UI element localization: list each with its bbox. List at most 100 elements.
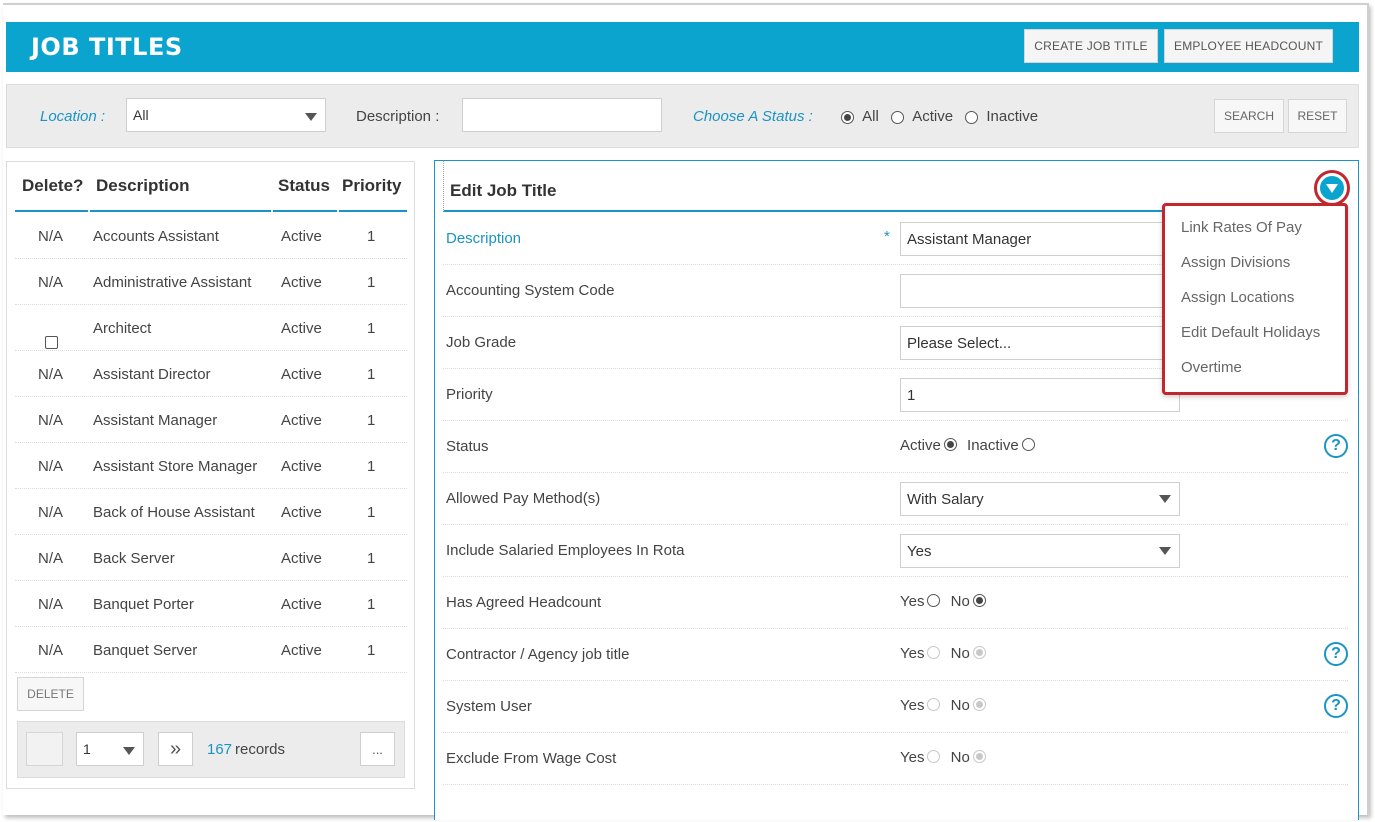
table-row[interactable]: N/A Accounts Assistant Active 1: [15, 213, 407, 259]
table-row[interactable]: N/A Back Server Active 1: [15, 535, 407, 581]
description-cell[interactable]: Architect: [93, 320, 151, 337]
menu-item-link-rates-of-pay[interactable]: Link Rates Of Pay: [1181, 219, 1302, 236]
form-row-pay-method: Allowed Pay Method(s) With Salary: [443, 473, 1348, 525]
salaried-rota-select[interactable]: Yes: [900, 534, 1180, 568]
page-title: JOB TITLES: [31, 33, 183, 61]
priority-cell: 1: [367, 274, 376, 291]
chevron-down-icon: [123, 747, 135, 755]
status-inactive-label: Inactive: [967, 437, 1019, 454]
location-value: All: [133, 107, 149, 123]
headcount-no-label: No: [950, 593, 970, 610]
chevron-down-icon: [1159, 547, 1171, 555]
accounting-code-input[interactable]: [900, 274, 1180, 308]
form-row-headcount: Has Agreed Headcount Yes No: [443, 577, 1348, 629]
delete-cell: N/A: [38, 366, 64, 383]
menu-item-assign-locations[interactable]: Assign Locations: [1181, 289, 1294, 306]
job-grade-value: Please Select...: [907, 335, 1012, 352]
description-filter-input[interactable]: [462, 98, 662, 132]
menu-item-assign-divisions[interactable]: Assign Divisions: [1181, 254, 1290, 271]
menu-item-edit-default-holidays[interactable]: Edit Default Holidays: [1181, 324, 1320, 341]
status-inactive-radio[interactable]: [1021, 438, 1035, 452]
chevron-down-icon: [1320, 176, 1344, 200]
exclude-wage-label: Exclude From Wage Cost: [446, 750, 617, 767]
description-cell[interactable]: Banquet Server: [93, 642, 197, 659]
status-cell: Active: [281, 504, 322, 521]
table-row[interactable]: N/A Assistant Manager Active 1: [15, 397, 407, 443]
description-cell[interactable]: Administrative Assistant: [93, 274, 251, 291]
status-radio-group: Active Inactive: [900, 437, 1041, 454]
prev-page-button[interactable]: [26, 732, 63, 766]
description-cell[interactable]: Assistant Director: [93, 366, 211, 383]
status-all-radio[interactable]: [841, 110, 854, 124]
delete-cell: N/A: [38, 550, 64, 567]
priority-cell: 1: [367, 412, 376, 429]
priority-cell: 1: [367, 550, 376, 567]
page-select[interactable]: 1: [76, 732, 144, 766]
table-row[interactable]: N/A Back of House Assistant Active 1: [15, 489, 407, 535]
headcount-label: Has Agreed Headcount: [446, 594, 602, 611]
help-icon[interactable]: ?: [1324, 694, 1348, 718]
priority-cell: 1: [367, 596, 376, 613]
contractor-label: Contractor / Agency job title: [446, 646, 630, 663]
headcount-no-radio[interactable]: [972, 594, 986, 608]
headcount-yes-radio[interactable]: [927, 594, 941, 608]
actions-dropdown-button[interactable]: [1314, 170, 1350, 206]
salaried-rota-label: Include Salaried Employees In Rota: [446, 542, 685, 559]
col-header-delete-label: Delete?: [22, 176, 84, 195]
status-cell: Active: [281, 642, 322, 659]
table-row[interactable]: N/A Banquet Server Active 1: [15, 627, 407, 673]
table-row[interactable]: N/A Assistant Director Active 1: [15, 351, 407, 397]
description-input[interactable]: Assistant Manager: [900, 222, 1180, 256]
description-cell[interactable]: Assistant Store Manager: [93, 458, 257, 475]
description-cell[interactable]: Accounts Assistant: [93, 228, 219, 245]
table-row[interactable]: N/A Assistant Store Manager Active 1: [15, 443, 407, 489]
search-button[interactable]: SEARCH: [1214, 99, 1284, 133]
employee-headcount-button[interactable]: EMPLOYEE HEADCOUNT: [1164, 29, 1333, 63]
description-cell[interactable]: Back Server: [93, 550, 175, 567]
location-select[interactable]: All: [126, 98, 326, 132]
system-user-label: System User: [446, 698, 532, 715]
delete-cell: N/A: [38, 412, 64, 429]
table-row[interactable]: N/A Banquet Porter Active 1: [15, 581, 407, 627]
pay-method-select[interactable]: With Salary: [900, 482, 1180, 516]
help-icon[interactable]: ?: [1324, 642, 1348, 666]
form-row-system-user: System User Yes No ?: [443, 681, 1348, 733]
status-filter-label: Choose A Status :: [693, 108, 813, 125]
col-header-description[interactable]: Description: [90, 162, 271, 212]
table-row[interactable]: N/A Administrative Assistant Active 1: [15, 259, 407, 305]
contractor-no-radio: [972, 646, 986, 660]
status-active-label: Active: [912, 108, 954, 125]
delete-cell: N/A: [38, 504, 64, 521]
next-page-button[interactable]: »: [158, 732, 193, 766]
system-user-yes-radio: [927, 698, 941, 712]
create-job-title-button[interactable]: CREATE JOB TITLE: [1024, 29, 1158, 63]
exclude-wage-no-label: No: [950, 749, 970, 766]
status-active-radio[interactable]: [891, 110, 905, 124]
description-cell[interactable]: Back of House Assistant: [93, 504, 255, 521]
status-all-label: All: [862, 108, 879, 125]
chevron-down-icon: [1159, 495, 1171, 503]
headcount-yes-label: Yes: [900, 593, 925, 610]
exclude-wage-no-radio: [972, 750, 986, 764]
help-icon[interactable]: ?: [1324, 434, 1348, 458]
pay-method-value: With Salary: [907, 491, 984, 508]
status-inactive-radio[interactable]: [965, 110, 979, 124]
reset-button[interactable]: RESET: [1288, 99, 1347, 133]
status-active-radio[interactable]: [943, 438, 957, 452]
status-cell: Active: [281, 274, 322, 291]
priority-input[interactable]: 1: [900, 378, 1180, 412]
description-cell[interactable]: Assistant Manager: [93, 412, 217, 429]
delete-button[interactable]: DELETE: [17, 677, 84, 711]
status-active-label: Active: [900, 437, 941, 454]
table-row[interactable]: Architect Active 1: [15, 305, 407, 351]
delete-checkbox[interactable]: [45, 336, 58, 349]
col-header-status[interactable]: Status: [273, 162, 337, 212]
filter-bar: Location : All Description : Choose A St…: [6, 84, 1359, 148]
menu-item-overtime[interactable]: Overtime: [1181, 359, 1242, 376]
description-cell[interactable]: Banquet Porter: [93, 596, 194, 613]
col-header-priority[interactable]: Priority: [339, 162, 407, 212]
job-grade-select[interactable]: Please Select...: [900, 326, 1180, 360]
form-row-exclude-wage: Exclude From Wage Cost Yes No: [443, 733, 1348, 785]
required-marker: *: [884, 228, 890, 245]
more-options-button[interactable]: ...: [360, 732, 395, 766]
